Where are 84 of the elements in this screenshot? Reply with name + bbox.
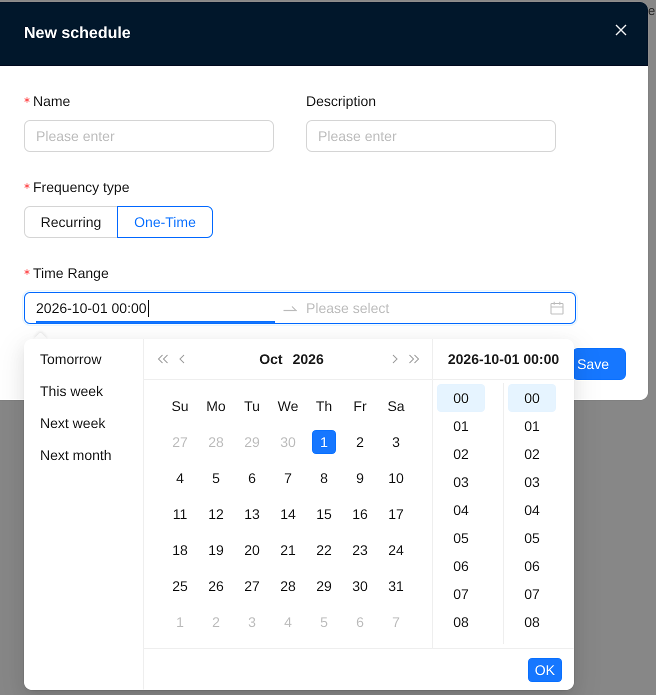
minute-option[interactable]: 02 — [508, 440, 556, 468]
preset-option[interactable]: This week — [24, 379, 120, 403]
date-range-field[interactable]: 2026-10-01 00:00 Please select — [24, 292, 576, 324]
date-cell[interactable]: 11 — [168, 502, 192, 526]
field-label: Name — [33, 92, 70, 111]
chevron-right-icon[interactable] — [392, 354, 398, 364]
minute-option[interactable]: 00 — [508, 384, 556, 412]
selected-datetime: 2026-10-01 00:00 — [448, 351, 560, 367]
save-button[interactable]: Save — [572, 348, 626, 380]
hour-option[interactable]: 06 — [437, 552, 485, 580]
date-cell[interactable]: 2 — [348, 430, 372, 454]
date-cell[interactable]: 14 — [276, 502, 300, 526]
start-date-input[interactable]: 2026-10-01 00:00 — [36, 293, 275, 323]
date-cell[interactable]: 3 — [384, 430, 408, 454]
minute-option[interactable]: 04 — [508, 496, 556, 524]
hour-option[interactable]: 05 — [437, 524, 485, 552]
background-text: e — [648, 3, 656, 19]
minute-option[interactable]: 05 — [508, 524, 556, 552]
chevron-left-icon[interactable] — [179, 354, 185, 364]
date-cell[interactable]: 25 — [168, 574, 192, 598]
date-cell[interactable]: 18 — [168, 538, 192, 562]
weekday-label: Tu — [244, 398, 260, 414]
date-cell[interactable]: 6 — [240, 466, 264, 490]
date-cell[interactable]: 28 — [276, 574, 300, 598]
date-cell[interactable]: 30 — [348, 574, 372, 598]
minute-option[interactable]: 01 — [508, 412, 556, 440]
frequency-option[interactable]: Recurring — [24, 206, 118, 238]
minute-option[interactable]: 07 — [508, 580, 556, 608]
date-cell[interactable]: 29 — [312, 574, 336, 598]
date-cell[interactable]: 7 — [276, 466, 300, 490]
date-cell[interactable]: 15 — [312, 502, 336, 526]
month-button[interactable]: Oct — [257, 348, 285, 370]
hour-option[interactable]: 07 — [437, 580, 485, 608]
date-cell[interactable]: 27 — [240, 574, 264, 598]
date-cell[interactable]: 10 — [384, 466, 408, 490]
minute-option[interactable]: 03 — [508, 468, 556, 496]
date-cell[interactable]: 19 — [204, 538, 228, 562]
date-cell[interactable]: 1 — [312, 430, 336, 454]
date-cell[interactable]: 23 — [348, 538, 372, 562]
date-cell[interactable]: 9 — [348, 466, 372, 490]
minute-option[interactable]: 06 — [508, 552, 556, 580]
weekday-label: Mo — [206, 398, 226, 414]
hour-option[interactable]: 08 — [437, 608, 485, 636]
hour-option[interactable]: 04 — [437, 496, 485, 524]
double-chevron-right-icon[interactable] — [408, 354, 420, 364]
ok-button[interactable]: OK — [528, 658, 562, 682]
date-cell[interactable]: 4 — [168, 466, 192, 490]
close-icon[interactable] — [615, 24, 627, 36]
date-cell[interactable]: 24 — [384, 538, 408, 562]
hour-option[interactable]: 03 — [437, 468, 485, 496]
text-cursor — [148, 300, 149, 316]
year-button[interactable]: 2026 — [290, 348, 326, 370]
weekday-label: Su — [171, 398, 189, 414]
date-cell[interactable]: 16 — [348, 502, 372, 526]
preset-option[interactable]: Next week — [24, 411, 122, 435]
field-label: Time Range — [33, 264, 109, 283]
double-chevron-left-icon[interactable] — [157, 354, 169, 364]
calendar-icon[interactable] — [550, 301, 564, 315]
frequency-option[interactable]: One-Time — [117, 206, 213, 238]
hour-option[interactable]: 00 — [437, 384, 485, 412]
date-cell[interactable]: 8 — [312, 466, 336, 490]
date-cell[interactable]: 21 — [276, 538, 300, 562]
date-cell[interactable]: 26 — [204, 574, 228, 598]
date-cell[interactable]: 5 — [204, 466, 228, 490]
field-label: Description — [306, 92, 376, 111]
text-input[interactable]: Please enter — [306, 120, 556, 152]
date-cell[interactable]: 12 — [204, 502, 228, 526]
hour-option[interactable]: 02 — [437, 440, 485, 468]
date-cell[interactable]: 20 — [240, 538, 264, 562]
date-cell[interactable]: 31 — [384, 574, 408, 598]
weekday-label: Th — [316, 398, 332, 414]
date-cell[interactable]: 22 — [312, 538, 336, 562]
weekday-label: Fr — [353, 398, 367, 414]
date-cell[interactable]: 17 — [384, 502, 408, 526]
hour-option[interactable]: 01 — [437, 412, 485, 440]
dialog-title: New schedule — [24, 24, 131, 44]
field-label: Frequency type — [33, 178, 130, 197]
preset-option[interactable]: Tomorrow — [24, 347, 118, 371]
date-cell[interactable]: 13 — [240, 502, 264, 526]
preset-option[interactable]: Next month — [24, 443, 128, 467]
minute-option[interactable]: 08 — [508, 608, 556, 636]
weekday-label: We — [278, 398, 298, 414]
text-input[interactable]: Please enter — [24, 120, 274, 152]
weekday-label: Sa — [387, 398, 405, 414]
